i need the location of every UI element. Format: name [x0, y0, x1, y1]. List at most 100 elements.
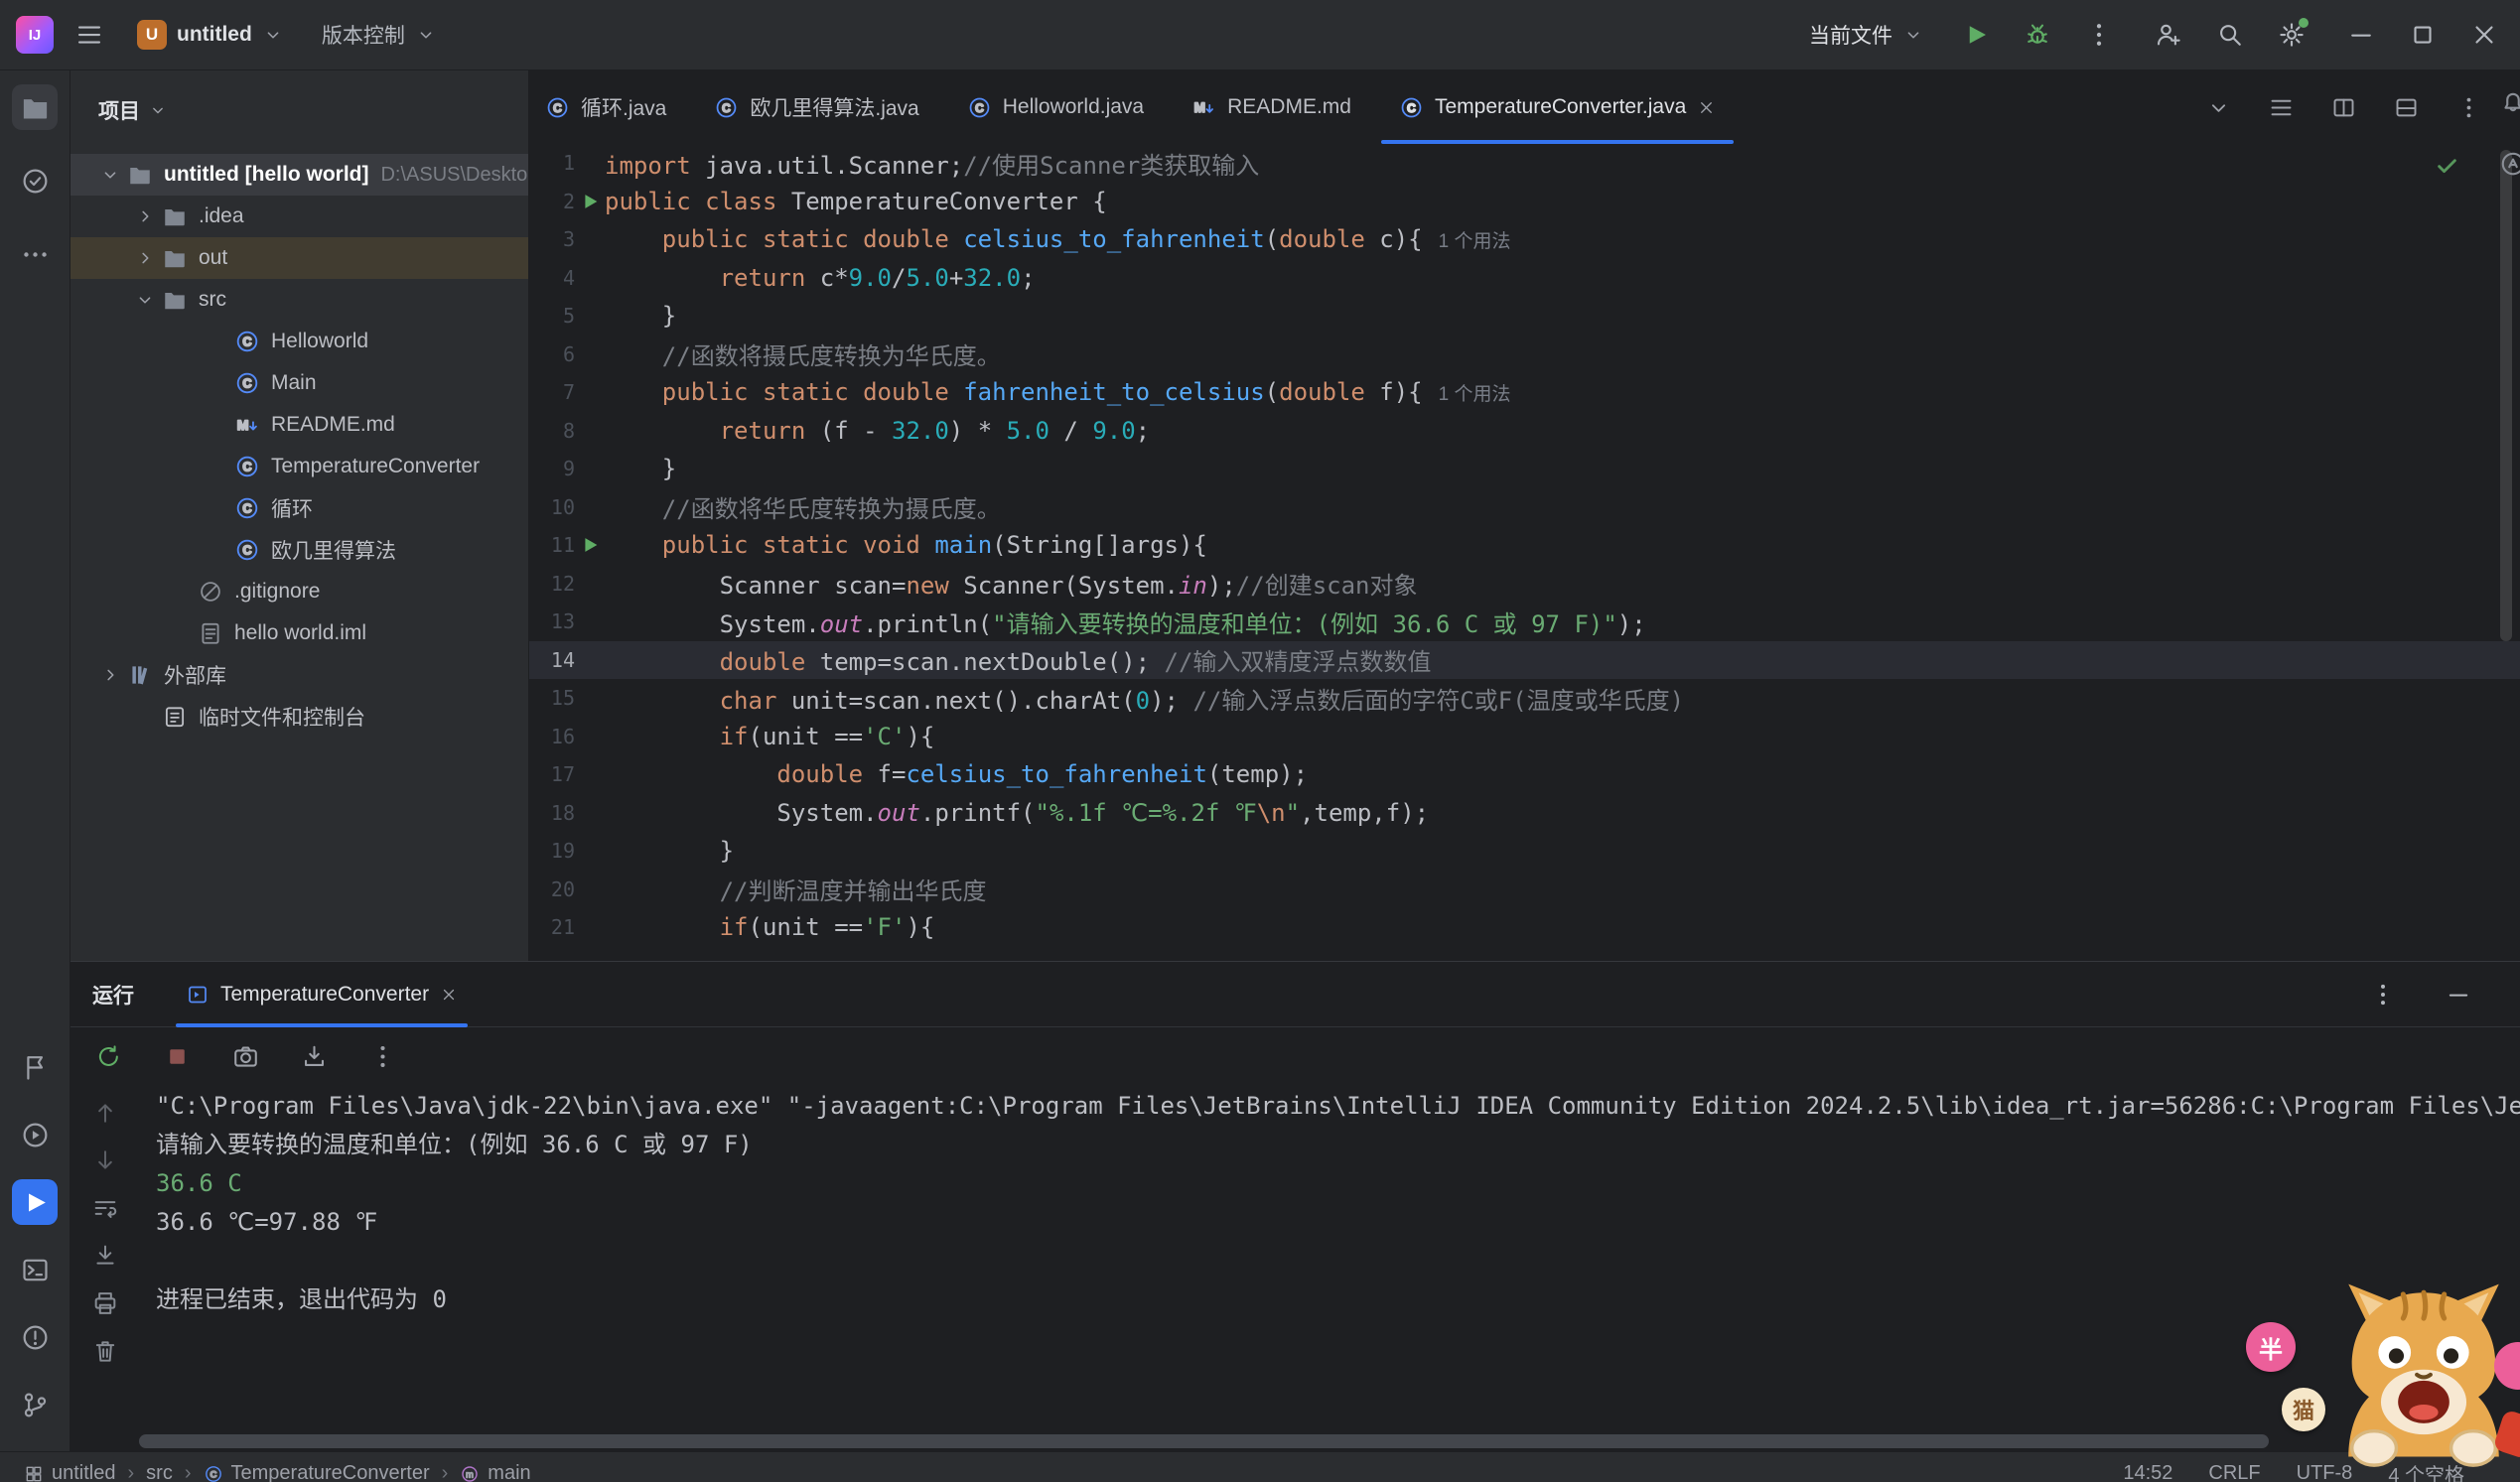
tree-row[interactable]: out [70, 237, 528, 279]
code-line[interactable]: 9 } [529, 450, 2520, 488]
chevron-down-icon[interactable] [128, 289, 162, 311]
tree-row[interactable]: .idea [70, 196, 528, 237]
chevron-right-icon[interactable] [128, 205, 162, 227]
prev-occurrence-icon[interactable] [91, 1099, 119, 1127]
close-icon[interactable] [440, 986, 458, 1004]
scroll-to-end-icon[interactable] [91, 1242, 119, 1270]
code-line[interactable]: 5 } [529, 297, 2520, 336]
code-with-me-icon[interactable] [2147, 13, 2190, 57]
code-line[interactable]: 13 System.out.println("请输入要转换的温度和单位：(例如 … [529, 603, 2520, 641]
attach-to-process-icon[interactable] [300, 1042, 329, 1071]
code-line[interactable]: 4 return c*9.0/5.0+32.0; [529, 259, 2520, 298]
tree-row[interactable]: src [70, 279, 528, 321]
tool-window-version-control-icon[interactable] [12, 1382, 58, 1427]
settings-gear-icon[interactable] [2270, 13, 2313, 57]
soft-wrap-icon[interactable] [91, 1194, 119, 1222]
editor-list-icon[interactable] [2268, 94, 2295, 121]
tree-row[interactable]: CMain [70, 362, 528, 404]
tool-window-problems-icon[interactable] [12, 1314, 58, 1360]
status-widget[interactable]: CRLF [2208, 1462, 2260, 1482]
tab-list-dropdown-icon[interactable] [2205, 94, 2232, 121]
tool-window-services-icon[interactable] [12, 1112, 58, 1157]
project-panel-header[interactable]: 项目 [70, 70, 528, 150]
tree-row[interactable]: 外部库 [70, 654, 528, 696]
console-scrollbar[interactable] [139, 1434, 2269, 1448]
notifications-bell-icon[interactable] [2498, 87, 2520, 117]
code-line[interactable]: 6 //函数将摄氏度转换为华氏度。 [529, 336, 2520, 374]
split-editor-icon[interactable] [2330, 94, 2357, 121]
tree-row[interactable]: CTemperatureConverter [70, 446, 528, 487]
main-menu-icon[interactable] [68, 13, 111, 57]
editor-tab[interactable]: CHelloworld.java [943, 70, 1168, 144]
breadcrumb-item[interactable]: src [146, 1462, 173, 1482]
stop-icon[interactable] [163, 1042, 192, 1071]
more-editor-actions-icon[interactable] [2455, 94, 2482, 121]
code-line[interactable]: 16 if(unit =='C'){ [529, 718, 2520, 756]
tool-window-run-icon[interactable] [12, 1179, 58, 1225]
close-tab-icon[interactable] [1697, 98, 1716, 117]
thread-dump-icon[interactable] [231, 1042, 260, 1071]
console-output[interactable]: "C:\Program Files\Java\jdk-22\bin\java.e… [156, 1087, 2520, 1319]
chevron-right-icon[interactable] [93, 664, 127, 686]
tree-row[interactable]: .gitignore [70, 571, 528, 612]
clear-all-icon[interactable] [91, 1337, 119, 1365]
run-tab[interactable]: TemperatureConverter [172, 962, 472, 1026]
tree-row[interactable]: MREADME.md [70, 404, 528, 446]
search-everywhere-icon[interactable] [2208, 13, 2252, 57]
tool-window-bookmarks-icon[interactable] [12, 1044, 58, 1090]
run-line-icon[interactable] [575, 191, 605, 212]
tree-row[interactable]: 临时文件和控制台 [70, 696, 528, 738]
run-line-icon[interactable] [575, 534, 605, 556]
run-options-kebab-icon[interactable] [2361, 973, 2405, 1016]
window-minimize-button[interactable] [2339, 13, 2383, 57]
code-line[interactable]: 10 //函数将华氏度转换为摄氏度。 [529, 488, 2520, 527]
rerun-icon[interactable] [94, 1042, 123, 1071]
tree-row[interactable]: CHelloworld [70, 321, 528, 362]
code-line[interactable]: 21 if(unit =='F'){ [529, 908, 2520, 947]
editor-tab[interactable]: C欧几里得算法.java [690, 70, 942, 144]
code-line[interactable]: 14 double temp=scan.nextDouble(); //输入双精… [529, 641, 2520, 680]
tree-row[interactable]: C欧几里得算法 [70, 529, 528, 571]
more-actions-icon[interactable] [2077, 13, 2121, 57]
window-maximize-button[interactable] [2401, 13, 2445, 57]
project-widget[interactable]: U untitled [125, 14, 296, 56]
more-run-options-icon[interactable] [368, 1042, 397, 1071]
code-line[interactable]: 19 } [529, 832, 2520, 871]
run-button[interactable] [1954, 13, 1998, 57]
window-close-button[interactable] [2462, 13, 2506, 57]
code-line[interactable]: 17 double f=celsius_to_fahrenheit(temp); [529, 755, 2520, 794]
next-occurrence-icon[interactable] [91, 1146, 119, 1174]
code-line[interactable]: 1import java.util.Scanner;//使用Scanner类获取… [529, 144, 2520, 183]
tool-window-commit-icon[interactable] [12, 158, 58, 203]
inspections-ok-icon[interactable] [2434, 152, 2460, 179]
editor-tab[interactable]: C循环.java [529, 70, 690, 144]
code-editor[interactable]: 1import java.util.Scanner;//使用Scanner类获取… [529, 144, 2520, 961]
print-icon[interactable] [91, 1289, 119, 1317]
code-line[interactable]: 20 //判断温度并输出华氏度 [529, 871, 2520, 909]
tree-row[interactable]: C循环 [70, 487, 528, 529]
code-line[interactable]: 15 char unit=scan.next().charAt(0); //输入… [529, 679, 2520, 718]
code-line[interactable]: 7 public static double fahrenheit_to_cel… [529, 373, 2520, 412]
editor-layout-icon[interactable] [2393, 94, 2420, 121]
hide-panel-icon[interactable] [2437, 973, 2480, 1016]
tool-window-project-icon[interactable] [12, 84, 58, 130]
tool-window-more-tool-windows-icon[interactable] [12, 231, 58, 277]
chevron-down-icon[interactable] [93, 164, 127, 186]
run-config-selector[interactable]: 当前文件 [1797, 14, 1936, 56]
breadcrumb-item[interactable]: CTemperatureConverter [204, 1462, 430, 1482]
editor-tab[interactable]: CTemperatureConverter.java [1375, 70, 1740, 144]
editor-scrollbar[interactable] [2500, 150, 2512, 641]
app-logo-icon[interactable]: IJ [16, 16, 54, 54]
status-widget[interactable]: 14:52 [2123, 1462, 2172, 1482]
tree-row[interactable]: hello world.iml [70, 612, 528, 654]
code-line[interactable]: 8 return (f - 32.0) * 5.0 / 9.0; [529, 412, 2520, 451]
debug-button[interactable] [2016, 13, 2059, 57]
code-line[interactable]: 3 public static double celsius_to_fahren… [529, 220, 2520, 259]
code-line[interactable]: 2public class TemperatureConverter { [529, 183, 2520, 221]
code-line[interactable]: 12 Scanner scan=new Scanner(System.in);/… [529, 565, 2520, 604]
code-line[interactable]: 18 System.out.printf("%.1f ℃=%.2f ℉\n",t… [529, 794, 2520, 833]
breadcrumb-item[interactable]: mmain [460, 1462, 530, 1482]
chevron-right-icon[interactable] [128, 247, 162, 269]
editor-tab[interactable]: MREADME.md [1168, 70, 1375, 144]
tree-row[interactable]: untitled [hello world]D:\ASUS\Desktop\Ja… [70, 154, 528, 196]
